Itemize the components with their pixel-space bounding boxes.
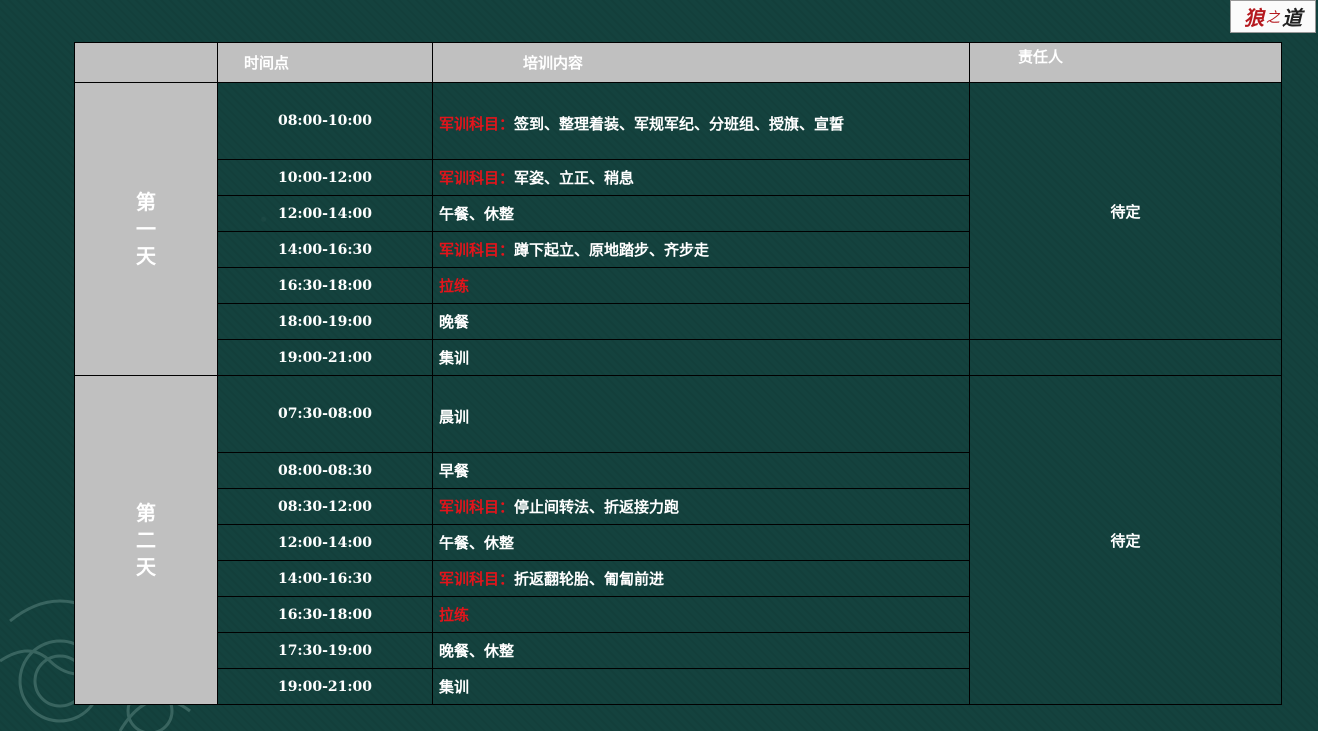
time-cell: 19:00-21:00 <box>217 668 433 705</box>
content-cell: 集训 <box>432 339 970 376</box>
content-cell: 午餐、休整 <box>432 195 970 232</box>
time-cell: 17:30-19:00 <box>217 632 433 669</box>
time-cell: 12:00-14:00 <box>217 195 433 232</box>
header-time: 时间点 <box>217 42 433 83</box>
owner-cell-1: 待定 <box>969 82 1282 340</box>
table-row: 第一天 08:00-10:00 军训科目：签到、整理着装、军规军纪、分班组、授旗… <box>74 82 1282 376</box>
content-cell: 军训科目：停止间转法、折返接力跑 <box>432 488 970 525</box>
content-cell: 晚餐 <box>432 303 970 340</box>
table-row: 19:00-21:00 集训 <box>75 339 1282 376</box>
time-cell: 19:00-21:00 <box>217 339 433 376</box>
day-label-1: 第一天 <box>74 82 218 376</box>
content-cell: 军训科目：蹲下起立、原地踏步、齐步走 <box>432 231 970 268</box>
owner-empty-cell <box>969 339 1282 376</box>
content-cell: 午餐、休整 <box>432 524 970 561</box>
time-cell: 16:30-18:00 <box>217 596 433 633</box>
content-cell: 晚餐、休整 <box>432 632 970 669</box>
time-cell: 10:00-12:00 <box>217 159 433 196</box>
day-label-2: 第二天 <box>74 375 218 705</box>
content-cell: 早餐 <box>432 452 970 489</box>
time-cell: 07:30-08:00 <box>217 375 433 453</box>
content-cell: 晨训 <box>432 375 970 453</box>
content-cell: 军训科目：签到、整理着装、军规军纪、分班组、授旗、宣誓 <box>432 82 970 160</box>
content-cell: 拉练 <box>432 267 970 304</box>
owner-cell-2: 待定 <box>969 375 1282 705</box>
time-cell: 14:00-16:30 <box>217 560 433 597</box>
content-cell: 军训科目：折返翻轮胎、匍匐前进 <box>432 560 970 597</box>
header-blank-cell <box>74 42 218 83</box>
content-cell: 拉练 <box>432 596 970 633</box>
table-header-row: 时间点 培训内容 责任人 <box>74 42 1282 83</box>
header-owner: 责任人 <box>969 42 1282 83</box>
content-cell: 军训科目：军姿、立正、稍息 <box>432 159 970 196</box>
time-cell: 12:00-14:00 <box>217 524 433 561</box>
time-cell: 08:30-12:00 <box>217 488 433 525</box>
time-cell: 14:00-16:30 <box>217 231 433 268</box>
time-cell: 08:00-08:30 <box>217 452 433 489</box>
time-cell: 08:00-10:00 <box>217 82 433 160</box>
content-cell: 集训 <box>432 668 970 705</box>
table-row: 第二天 07:30-08:00 晨训 待定 <box>74 375 1282 705</box>
time-cell: 16:30-18:00 <box>217 267 433 304</box>
brand-logo: 狼之道 <box>1230 0 1316 33</box>
time-cell: 18:00-19:00 <box>217 303 433 340</box>
header-content: 培训内容 <box>432 42 970 83</box>
training-schedule-table: 时间点 培训内容 责任人 第一天 08:00-10:00 军训科目：签到、整理着… <box>74 42 1282 705</box>
